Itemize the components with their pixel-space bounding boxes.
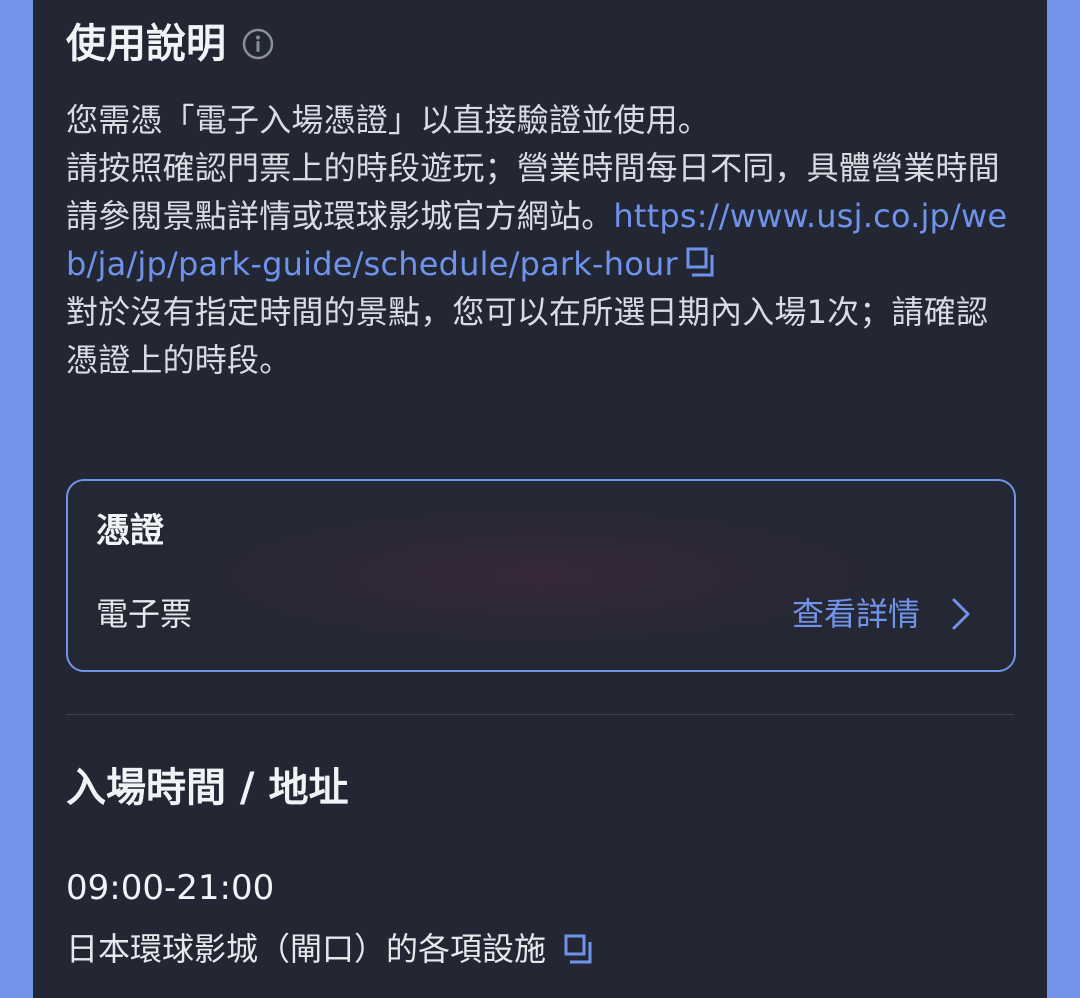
usage-title: 使用說明 [66, 21, 226, 67]
usage-instructions: 您需憑「電子入場憑證」以直接驗證並使用。 請按照確認門票上的時段遊玩；營業時間每… [66, 96, 1014, 384]
entry-address[interactable]: 日本環球影城（閘口）的各項設施 [66, 927, 594, 971]
voucher-title: 憑證 [96, 511, 164, 551]
section-divider [66, 714, 1014, 715]
external-link-icon[interactable] [560, 932, 594, 966]
usage-line-3: 對於沒有指定時間的景點，您可以在所選日期內入場1次；請確認憑證上的時段。 [66, 293, 989, 379]
usage-line-1: 您需憑「電子入場憑證」以直接驗證並使用。 [66, 101, 711, 139]
voucher-type: 電子票 [96, 595, 193, 633]
content-panel: 使用說明 您需憑「電子入場憑證」以直接驗證並使用。 請按照確認門票上的時段遊玩；… [33, 0, 1047, 998]
entry-title: 入場時間 / 地址 [66, 765, 349, 811]
entry-address-text[interactable]: 日本環球影城（閘口）的各項設施 [66, 927, 546, 971]
usage-heading: 使用說明 [66, 18, 274, 70]
view-details-button[interactable]: 查看詳情 [792, 592, 974, 636]
entry-hours: 09:00-21:00 [66, 868, 275, 908]
view-details-label: 查看詳情 [791, 595, 920, 633]
info-icon[interactable] [242, 28, 274, 60]
external-link-icon[interactable] [682, 245, 716, 279]
chevron-right-icon [952, 598, 970, 630]
voucher-card[interactable]: 憑證 電子票 查看詳情 [66, 479, 1016, 672]
usage-line-2: 請按照確認門票上的時段遊玩；營業時間每日不同，具體營業時間請參閱景點詳情或環球影… [66, 144, 1014, 288]
